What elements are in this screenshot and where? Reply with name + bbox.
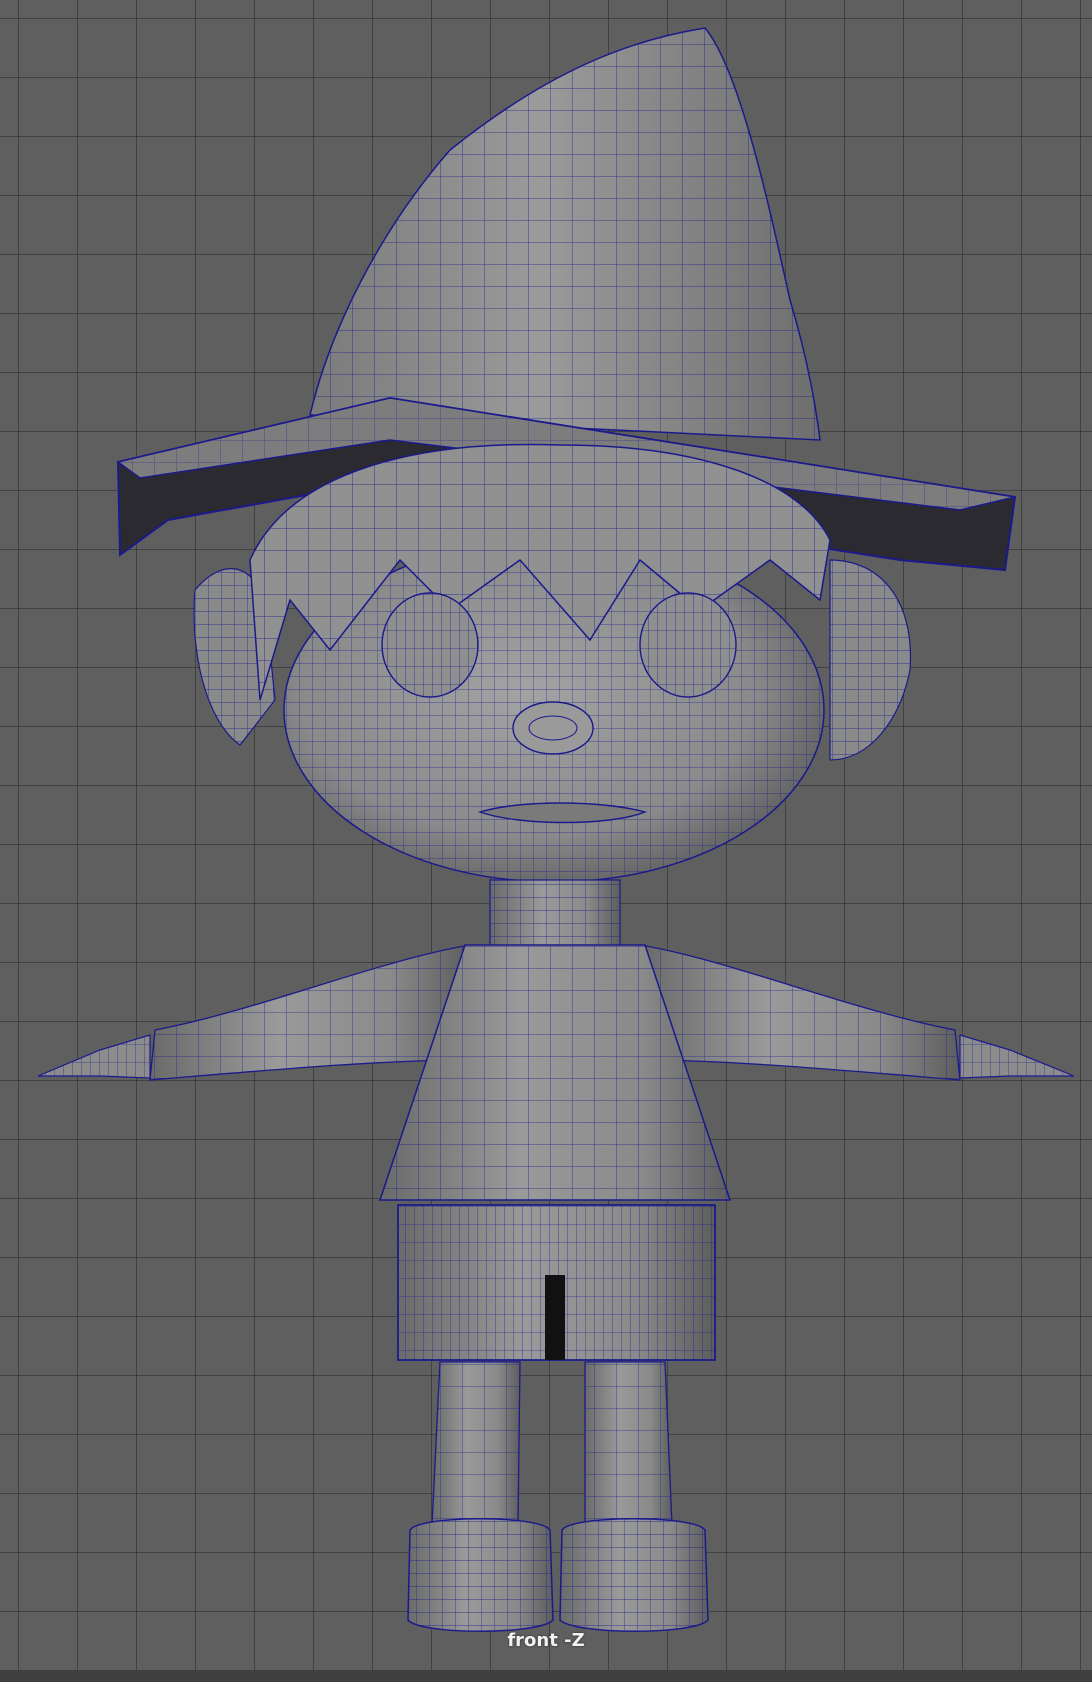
- nose: [512, 701, 594, 755]
- left-eye: [381, 592, 479, 698]
- character-model[interactable]: [0, 0, 1092, 1670]
- right-eye: [639, 592, 737, 698]
- left-arm: [37, 944, 471, 1081]
- hat-cone: [309, 27, 821, 441]
- right-arm: [639, 944, 1075, 1081]
- viewport-bottom-border: [0, 1670, 1092, 1682]
- right-shoe: [559, 1518, 709, 1632]
- left-shoe: [407, 1518, 554, 1632]
- front-viewport[interactable]: front -Z: [0, 0, 1092, 1670]
- right-leg: [584, 1361, 673, 1526]
- shorts: [397, 1204, 716, 1361]
- camera-label: front -Z: [507, 1630, 585, 1651]
- left-leg: [431, 1361, 521, 1526]
